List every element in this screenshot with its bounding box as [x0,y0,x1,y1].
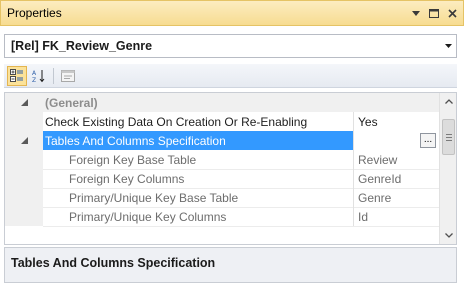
property-row-primary-key-columns[interactable]: Primary/Unique Key Columns Id [5,207,440,226]
property-name: Foreign Key Base Table [69,152,197,167]
property-row-foreign-key-base-table[interactable]: Foreign Key Base Table Review [5,150,440,169]
row-divider [43,226,440,227]
scroll-up-icon[interactable] [440,93,456,110]
collapse-icon[interactable] [5,131,43,150]
maximize-icon[interactable] [427,6,441,20]
property-name: Foreign Key Columns [69,171,185,186]
row-gutter [5,169,43,188]
property-value: ... [353,131,440,150]
ellipsis-button[interactable]: ... [420,133,436,148]
row-gutter [5,112,43,131]
alphabetical-button[interactable]: A Z [29,66,49,86]
title-bar: Properties [0,0,464,26]
property-value[interactable]: GenreId [353,169,440,188]
category-value [353,93,440,112]
property-pages-button[interactable] [58,66,78,86]
svg-text:Z: Z [32,77,36,83]
property-value[interactable]: Id [353,207,440,226]
property-value[interactable]: Review [353,150,440,169]
description-title: Tables And Columns Specification [11,256,216,270]
toolbar-separator [53,67,54,84]
property-row-tables-and-columns[interactable]: Tables And Columns Specification ... [5,131,440,150]
description-pane: Tables And Columns Specification [4,247,457,283]
collapse-icon[interactable] [5,93,43,112]
scrollbar-thumb[interactable] [442,119,455,155]
properties-window: Properties [Rel] FK_Review_Genre A Z (Ge… [0,0,464,287]
window-title: Properties [7,6,62,20]
window-position-dropdown-icon[interactable] [409,6,423,20]
vertical-scrollbar[interactable] [439,93,456,244]
category-row-general[interactable]: (General) [5,93,440,112]
categorized-button[interactable] [7,65,27,86]
property-value[interactable]: Genre [353,188,440,207]
row-gutter [5,188,43,207]
property-pages-icon [61,69,75,82]
selected-object-name: [Rel] FK_Review_Genre [11,39,153,53]
scroll-down-icon[interactable] [440,227,456,244]
property-row-primary-key-base-table[interactable]: Primary/Unique Key Base Table Genre [5,188,440,207]
property-name: Primary/Unique Key Columns [69,209,227,224]
object-selector-dropdown[interactable]: [Rel] FK_Review_Genre [4,34,457,58]
row-gutter [5,150,43,169]
close-icon[interactable] [445,6,459,20]
categorized-icon [10,68,23,82]
row-gutter [5,207,43,226]
property-value[interactable]: Yes [353,112,440,131]
svg-text:A: A [32,70,37,77]
properties-toolbar: A Z [4,64,457,88]
property-row-check-existing-data[interactable]: Check Existing Data On Creation Or Re-En… [5,112,440,131]
property-row-foreign-key-columns[interactable]: Foreign Key Columns GenreId [5,169,440,188]
property-name: Primary/Unique Key Base Table [69,190,239,205]
category-label: (General) [43,93,353,112]
chevron-down-icon[interactable] [440,44,456,48]
property-name: Tables And Columns Specification [43,131,353,150]
property-name: Check Existing Data On Creation Or Re-En… [45,114,308,129]
property-grid: (General) Check Existing Data On Creatio… [4,92,457,245]
alphabetical-icon: A Z [32,69,45,83]
